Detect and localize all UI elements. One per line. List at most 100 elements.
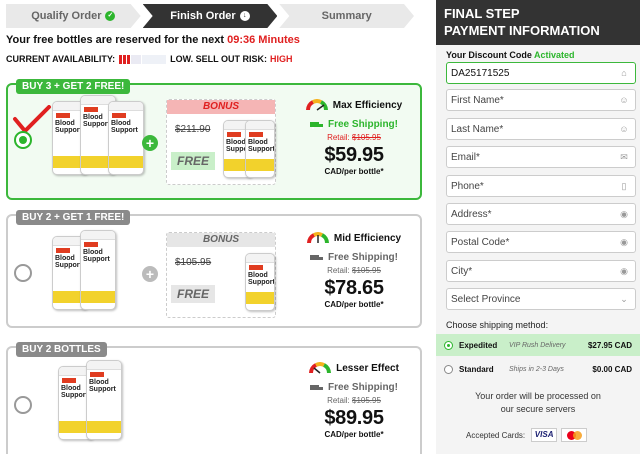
bonus-bottles: Blood Support Blood Support <box>223 120 275 178</box>
product-bottles: Blood Support Blood Support <box>52 230 116 310</box>
shipping-radio[interactable] <box>444 340 453 350</box>
offer-radio[interactable] <box>14 396 32 414</box>
truck-icon <box>310 254 323 262</box>
city-field[interactable]: City* ◉ <box>446 260 636 282</box>
city-placeholder: City* <box>451 265 473 277</box>
province-value: Select Province <box>451 293 521 305</box>
plus-icon: + <box>142 266 158 282</box>
price-unit: CAD/per bottle* <box>324 430 384 439</box>
shipping: Free Shipping! <box>294 119 414 130</box>
shipping: Free Shipping! <box>294 252 414 263</box>
shipping-label: Free Shipping! <box>328 252 398 263</box>
retail-price: Retail: $105.95 <box>327 266 381 275</box>
offer-radio[interactable] <box>14 131 32 149</box>
arrow-down-icon: ↓ <box>240 11 250 21</box>
product-bottle: Blood Support <box>245 253 275 311</box>
shipping-option-expedited[interactable]: Expedited VIP Rush Delivery $27.95 CAD <box>436 334 640 356</box>
bonus-bottles: Blood Support <box>245 253 275 311</box>
availability-status: LOW. SELL OUT RISK: <box>170 54 267 64</box>
risk-level: HIGH <box>270 54 293 64</box>
gauge-icon <box>309 362 332 374</box>
offer-tag: BUY 2 BOTTLES <box>16 342 107 357</box>
pin-icon: ◉ <box>620 237 628 247</box>
product-bottle: Blood Support <box>245 120 275 178</box>
price-column: Max Efficiency Free Shipping! Retail: $1… <box>294 99 414 176</box>
chevron-down-icon: ⌄ <box>620 294 628 304</box>
discount-code-field[interactable]: DA25171525 ⌂ <box>446 62 636 84</box>
offer-price: $89.95 <box>324 407 384 429</box>
step-label: Finish Order <box>170 10 236 22</box>
shipping-method-label: Choose shipping method: <box>446 320 549 330</box>
shipping-name: Expedited <box>459 340 498 350</box>
product-bottles: Blood Support Blood Support <box>58 360 122 440</box>
truck-icon <box>310 384 323 392</box>
price-column: Lesser Effect Free Shipping! Retail: $10… <box>294 362 414 439</box>
mail-icon: ✉ <box>620 152 628 162</box>
shipping: Free Shipping! <box>294 382 414 393</box>
bonus-box: BONUS $105.95 FREE Blood Support <box>166 232 276 318</box>
product-bottles: Blood Support Blood Support Blood Support <box>52 95 144 175</box>
first-name-placeholder: First Name* <box>451 94 504 106</box>
phone-icon: ▯ <box>621 181 627 191</box>
bonus-label: BONUS <box>167 233 275 247</box>
user-icon: ☺ <box>619 95 629 105</box>
shipping-name: Standard <box>459 364 494 374</box>
availability-row: CURRENT AVAILABILITY: LOW. SELL OUT RISK… <box>6 54 293 64</box>
offer-card-buy2-get1[interactable]: BUY 2 + GET 1 FREE! Blood Support Blood Su… <box>6 210 422 328</box>
efficiency-label: Mid Efficiency <box>333 232 402 244</box>
gauge-icon <box>305 99 328 111</box>
panel-header: FINAL STEP PAYMENT INFORMATION <box>436 0 640 45</box>
bonus-box: BONUS $211.90 FREE Blood Support Blood Sup… <box>166 99 276 185</box>
check-icon <box>13 105 51 134</box>
address-field[interactable]: Address* ◉ <box>446 203 636 225</box>
panel-title-step: FINAL STEP <box>444 6 520 21</box>
bonus-old-price: $105.95 <box>175 257 212 268</box>
product-bottle: Blood Support <box>86 360 122 440</box>
offer-price: $59.95 <box>324 144 384 166</box>
pin-icon: ◉ <box>620 266 628 276</box>
availability-label: CURRENT AVAILABILITY: <box>6 54 116 64</box>
bonus-label: BONUS <box>167 100 275 114</box>
progress-steps: Qualify Order ✓ Finish Order ↓ Summary <box>6 4 416 28</box>
pin-icon: ◉ <box>620 209 628 219</box>
panel-title: PAYMENT INFORMATION <box>444 23 600 38</box>
offer-tag: BUY 2 + GET 1 FREE! <box>16 210 131 225</box>
reserve-message: Your free bottles are reserved for the n… <box>6 34 300 46</box>
province-select[interactable]: Select Province ⌄ <box>446 288 636 310</box>
phone-field[interactable]: Phone* ▯ <box>446 175 636 197</box>
first-name-field[interactable]: First Name* ☺ <box>446 89 636 111</box>
secure-message: Your order will be processed on our secu… <box>475 391 601 414</box>
last-name-field[interactable]: Last Name* ☺ <box>446 118 636 140</box>
retail-price: Retail: $105.95 <box>327 396 381 405</box>
shipping-option-standard[interactable]: Standard Ships in 2-3 Days $0.00 CAD <box>436 358 640 380</box>
offer-tag: BUY 3 + GET 2 FREE! <box>16 79 131 94</box>
shipping-desc: VIP Rush Delivery <box>509 341 566 349</box>
accepted-cards: Accepted Cards: VISA <box>466 428 588 442</box>
offer-radio[interactable] <box>14 264 32 282</box>
countdown-timer: 09:36 Minutes <box>227 34 300 46</box>
postal-code-field[interactable]: Postal Code* ◉ <box>446 231 636 253</box>
shipping-desc: Ships in 2-3 Days <box>509 365 564 373</box>
step-finish-order: Finish Order ↓ <box>143 4 278 28</box>
gauge-icon <box>306 232 329 244</box>
step-label: Summary <box>321 10 372 22</box>
shipping-price: $0.00 CAD <box>592 364 632 374</box>
efficiency: Mid Efficiency <box>294 232 414 244</box>
offer-card-buy2[interactable]: BUY 2 BOTTLES Blood Support Blood Support … <box>6 342 422 454</box>
offer-price: $78.65 <box>324 277 384 299</box>
email-field[interactable]: Email* ✉ <box>446 146 636 168</box>
retail-price: Retail: $105.95 <box>327 133 381 142</box>
plus-icon: + <box>142 135 158 151</box>
payment-panel: FINAL STEP PAYMENT INFORMATION Your Disc… <box>436 0 640 454</box>
availability-bar <box>119 54 167 64</box>
offer-card-buy3[interactable]: BUY 3 + GET 2 FREE! Blood Support Blood Su… <box>6 79 422 200</box>
shipping-radio[interactable] <box>444 364 453 374</box>
mastercard-icon <box>561 428 588 442</box>
check-icon: ✓ <box>105 11 115 21</box>
price-unit: CAD/per bottle* <box>324 300 384 309</box>
visa-icon: VISA <box>531 428 558 442</box>
shipping-label: Free Shipping! <box>328 382 398 393</box>
efficiency: Max Efficiency <box>294 99 414 111</box>
efficiency: Lesser Effect <box>294 362 414 374</box>
last-name-placeholder: Last Name* <box>451 123 504 135</box>
